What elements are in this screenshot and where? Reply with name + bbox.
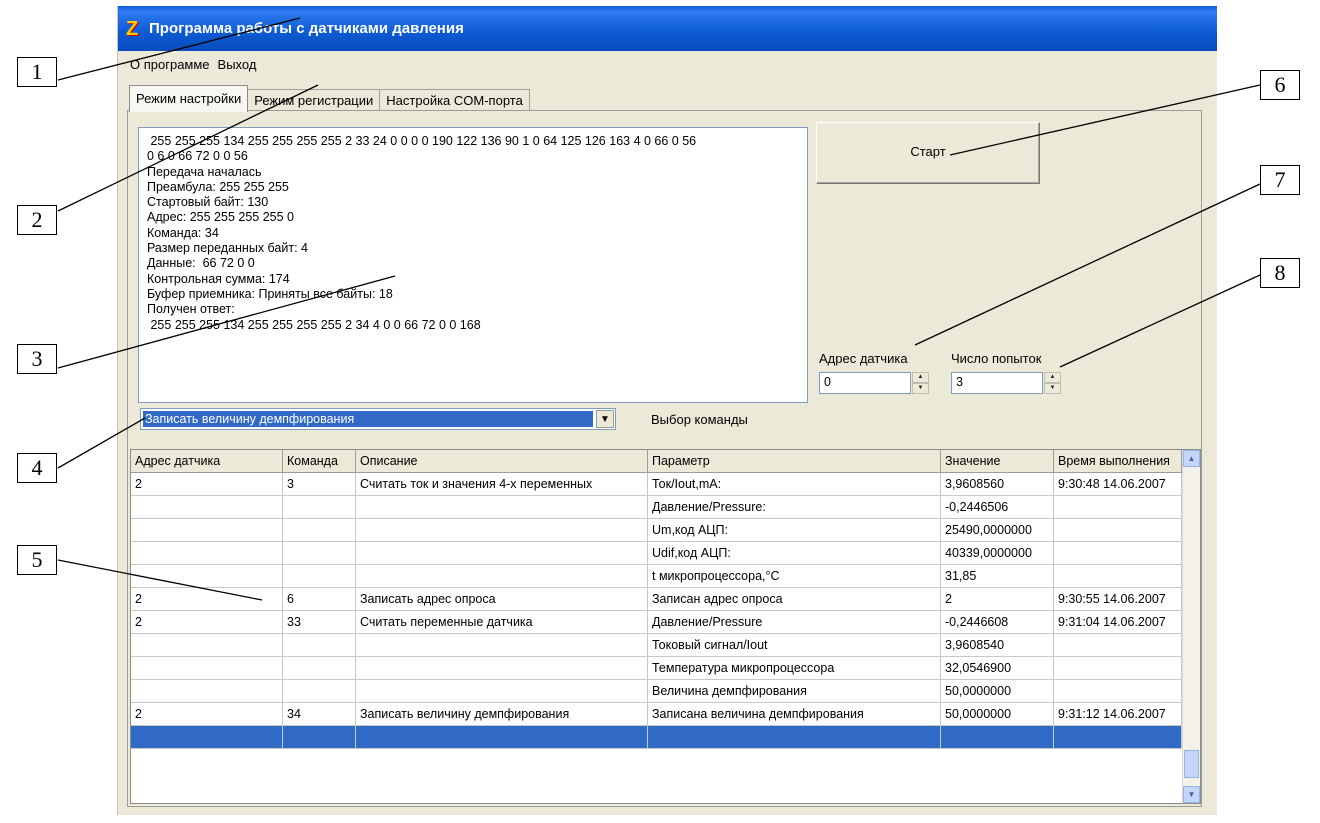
callout-6: 6: [1260, 70, 1300, 100]
callout-8: 8: [1260, 258, 1300, 288]
callout-4: 4: [17, 453, 57, 483]
callout-7: 7: [1260, 165, 1300, 195]
callout-lines: [57, 17, 1261, 601]
callout-2: 2: [17, 205, 57, 235]
callout-1: 1: [17, 57, 57, 87]
callout-3: 3: [17, 344, 57, 374]
callout-5: 5: [17, 545, 57, 575]
